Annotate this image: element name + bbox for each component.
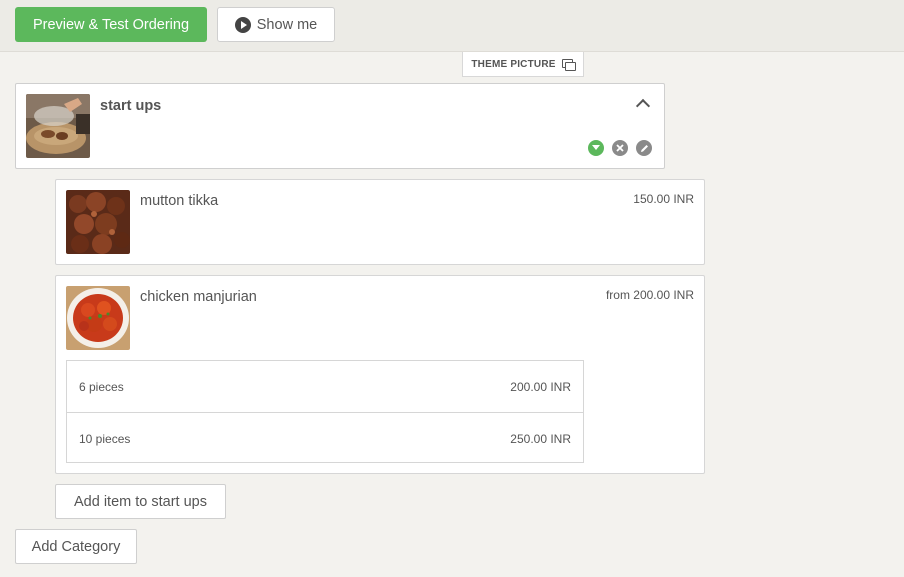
- option-label: 6 pieces: [79, 380, 124, 394]
- item-price: 150.00 INR: [633, 192, 694, 206]
- show-me-button[interactable]: Show me: [217, 7, 335, 42]
- theme-picture-label: THEME PICTURE: [471, 58, 556, 70]
- copy-icon: [561, 58, 576, 71]
- top-toolbar: Preview & Test Ordering Show me: [0, 0, 904, 52]
- preview-test-ordering-button[interactable]: Preview & Test Ordering: [15, 7, 207, 42]
- theme-picture-tab[interactable]: THEME PICTURE: [462, 52, 584, 77]
- category-image[interactable]: [26, 94, 90, 158]
- edit-icon[interactable]: [636, 140, 652, 156]
- delete-icon[interactable]: [612, 140, 628, 156]
- category-card: start ups: [15, 83, 665, 169]
- visibility-toggle-icon[interactable]: [588, 140, 604, 156]
- option-price: 200.00 INR: [510, 380, 571, 394]
- item-image: [66, 190, 130, 254]
- show-me-label: Show me: [256, 16, 318, 33]
- item-price: from 200.00 INR: [605, 288, 694, 302]
- menu-item-card[interactable]: chicken manjurian from 200.00 INR 6 piec…: [55, 275, 705, 474]
- option-row[interactable]: 10 pieces 250.00 INR: [67, 412, 583, 463]
- item-image: [66, 286, 130, 350]
- item-name: chicken manjurian: [140, 289, 257, 305]
- option-label: 10 pieces: [79, 432, 131, 446]
- play-icon: [234, 16, 251, 33]
- option-price: 250.00 INR: [510, 432, 571, 446]
- add-item-button[interactable]: Add item to start ups: [55, 484, 226, 519]
- chevron-up-icon[interactable]: [635, 98, 651, 114]
- option-row[interactable]: 6 pieces 200.00 INR: [67, 361, 583, 412]
- add-category-button[interactable]: Add Category: [15, 529, 137, 564]
- menu-item-card[interactable]: mutton tikka 150.00 INR: [55, 179, 705, 265]
- category-title: start ups: [100, 98, 162, 114]
- item-options-table: 6 pieces 200.00 INR 10 pieces 250.00 INR: [66, 360, 584, 463]
- item-name: mutton tikka: [140, 193, 219, 209]
